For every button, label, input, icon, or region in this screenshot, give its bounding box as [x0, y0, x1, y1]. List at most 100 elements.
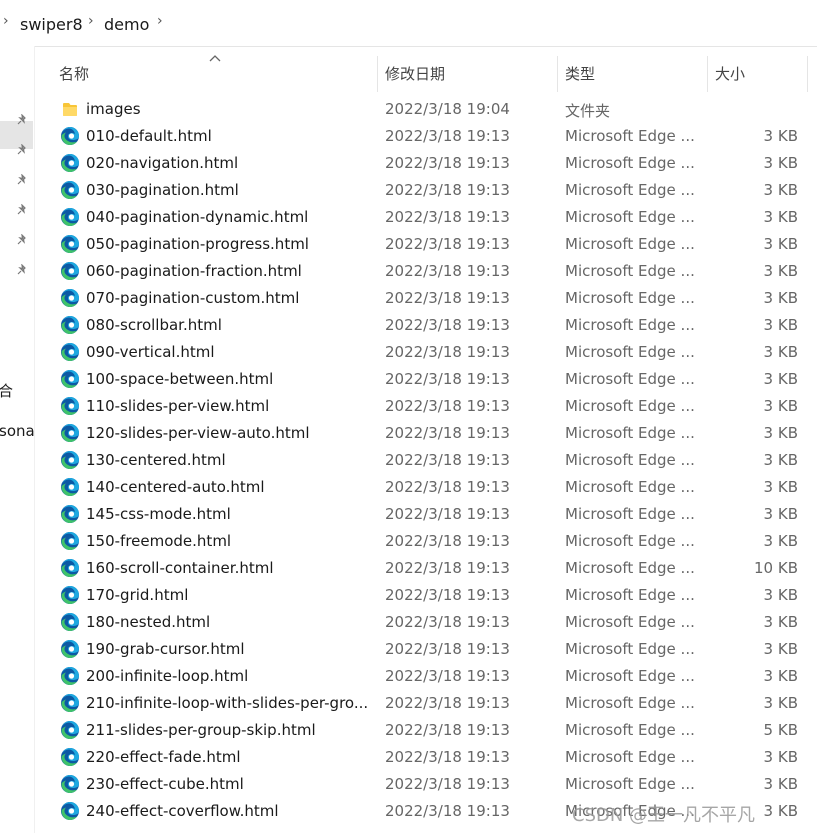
- file-size: 3 KB: [763, 613, 798, 631]
- file-row[interactable]: 010-default.html 2022/3/18 19:13 Microsoft…: [38, 123, 817, 150]
- file-size: 5 KB: [763, 721, 798, 739]
- file-type: Microsoft Edge ...: [565, 613, 695, 631]
- pin-icon[interactable]: [16, 174, 28, 186]
- file-type: Microsoft Edge ...: [565, 586, 695, 604]
- file-type: Microsoft Edge ...: [565, 667, 695, 685]
- file-row[interactable]: 190-grab-cursor.html 2022/3/18 19:13 Micro…: [38, 636, 817, 663]
- column-header-type[interactable]: 类型: [565, 63, 595, 84]
- nav-item-label[interactable]: 合: [0, 380, 13, 401]
- chevron-right-icon[interactable]: ›: [88, 13, 94, 29]
- file-size: 3 KB: [763, 802, 798, 820]
- edge-icon: [60, 207, 80, 227]
- modified-date: 2022/3/18 19:13: [385, 181, 510, 199]
- file-name: 140-centered-auto.html: [86, 478, 265, 496]
- column-header-row: 名称 修改日期 类型 大小: [38, 50, 817, 92]
- edge-icon: [60, 693, 80, 713]
- edge-icon: [60, 504, 80, 524]
- column-header-name[interactable]: 名称: [59, 63, 89, 84]
- file-name: 145-css-mode.html: [86, 505, 231, 523]
- file-size: 3 KB: [763, 694, 798, 712]
- edge-icon: [60, 639, 80, 659]
- edge-icon: [60, 558, 80, 578]
- column-divider[interactable]: [557, 56, 558, 92]
- file-row[interactable]: 090-vertical.html 2022/3/18 19:13 Microsof…: [38, 339, 817, 366]
- file-type: Microsoft Edge ...: [565, 748, 695, 766]
- file-type: Microsoft Edge ...: [565, 181, 695, 199]
- modified-date: 2022/3/18 19:13: [385, 154, 510, 172]
- chevron-right-icon[interactable]: ›: [157, 13, 163, 29]
- folder-row[interactable]: images 2022/3/18 19:04 文件夹: [38, 96, 817, 123]
- file-type: Microsoft Edge ...: [565, 370, 695, 388]
- modified-date: 2022/3/18 19:13: [385, 667, 510, 685]
- file-name: 120-slides-per-view-auto.html: [86, 424, 310, 442]
- modified-date: 2022/3/18 19:13: [385, 343, 510, 361]
- nav-item-label[interactable]: sona: [0, 422, 35, 440]
- file-row[interactable]: 110-slides-per-view.html 2022/3/18 19:13 M…: [38, 393, 817, 420]
- file-name: 040-pagination-dynamic.html: [86, 208, 309, 226]
- edge-icon: [60, 369, 80, 389]
- file-row[interactable]: 040-pagination-dynamic.html 2022/3/18 19:…: [38, 204, 817, 231]
- file-row[interactable]: 120-slides-per-view-auto.html 2022/3/18 1…: [38, 420, 817, 447]
- pin-icon[interactable]: [16, 144, 28, 156]
- file-row[interactable]: 070-pagination-custom.html 2022/3/18 19:1…: [38, 285, 817, 312]
- modified-date: 2022/3/18 19:13: [385, 505, 510, 523]
- file-row[interactable]: 060-pagination-fraction.html 2022/3/18 19…: [38, 258, 817, 285]
- file-name: 230-effect-cube.html: [86, 775, 244, 793]
- edge-icon: [60, 666, 80, 686]
- file-type: Microsoft Edge ...: [565, 289, 695, 307]
- column-divider[interactable]: [707, 56, 708, 92]
- file-row[interactable]: 240-effect-coverflow.html 2022/3/18 19:13…: [38, 798, 817, 825]
- file-row[interactable]: 230-effect-cube.html 2022/3/18 19:13 Micro…: [38, 771, 817, 798]
- file-name: 060-pagination-fraction.html: [86, 262, 302, 280]
- breadcrumb-item-demo[interactable]: demo: [104, 15, 149, 34]
- file-type: Microsoft Edge ...: [565, 505, 695, 523]
- file-name: 070-pagination-custom.html: [86, 289, 300, 307]
- file-row[interactable]: 080-scrollbar.html 2022/3/18 19:13 Microso…: [38, 312, 817, 339]
- file-row[interactable]: 210-infinite-loop-with-slides-per-gro...…: [38, 690, 817, 717]
- file-row[interactable]: 220-effect-fade.html 2022/3/18 19:13 Micro…: [38, 744, 817, 771]
- pin-icon[interactable]: [16, 204, 28, 216]
- pin-icon[interactable]: [16, 234, 28, 246]
- edge-icon: [60, 288, 80, 308]
- file-row[interactable]: 030-pagination.html 2022/3/18 19:13 Micros…: [38, 177, 817, 204]
- file-name: 170-grid.html: [86, 586, 189, 604]
- modified-date: 2022/3/18 19:13: [385, 451, 510, 469]
- file-row[interactable]: 200-infinite-loop.html 2022/3/18 19:13 Mic…: [38, 663, 817, 690]
- file-name: 190-grab-cursor.html: [86, 640, 245, 658]
- file-size: 3 KB: [763, 586, 798, 604]
- breadcrumb-item-swiper8[interactable]: swiper8: [20, 15, 83, 34]
- modified-date: 2022/3/18 19:13: [385, 640, 510, 658]
- file-row[interactable]: 140-centered-auto.html 2022/3/18 19:13 Mic…: [38, 474, 817, 501]
- column-header-date[interactable]: 修改日期: [385, 63, 445, 84]
- file-row[interactable]: 211-slides-per-group-skip.html 2022/3/18 …: [38, 717, 817, 744]
- file-row[interactable]: 150-freemode.html 2022/3/18 19:13 Microsof…: [38, 528, 817, 555]
- file-type: Microsoft Edge ...: [565, 478, 695, 496]
- file-row[interactable]: 100-space-between.html 2022/3/18 19:13 Mic…: [38, 366, 817, 393]
- file-name: 150-freemode.html: [86, 532, 232, 550]
- file-name: 210-infinite-loop-with-slides-per-gro...: [86, 694, 369, 712]
- edge-icon: [60, 126, 80, 146]
- edge-icon: [60, 612, 80, 632]
- file-row[interactable]: 170-grid.html 2022/3/18 19:13 Microsoft Ed…: [38, 582, 817, 609]
- modified-date: 2022/3/18 19:13: [385, 586, 510, 604]
- modified-date: 2022/3/18 19:13: [385, 208, 510, 226]
- file-size: 3 KB: [763, 343, 798, 361]
- pin-icon[interactable]: [16, 264, 28, 276]
- file-type: Microsoft Edge ...: [565, 316, 695, 334]
- file-row[interactable]: 180-nested.html 2022/3/18 19:13 Microsoft …: [38, 609, 817, 636]
- column-divider[interactable]: [377, 56, 378, 92]
- edge-icon: [60, 720, 80, 740]
- file-type: Microsoft Edge ...: [565, 397, 695, 415]
- file-row[interactable]: 020-navigation.html 2022/3/18 19:13 Micros…: [38, 150, 817, 177]
- edge-icon: [60, 180, 80, 200]
- chevron-right-icon[interactable]: ›: [3, 13, 9, 29]
- file-type: Microsoft Edge ...: [565, 127, 695, 145]
- column-divider[interactable]: [807, 56, 808, 92]
- file-row[interactable]: 145-css-mode.html 2022/3/18 19:13 Microsof…: [38, 501, 817, 528]
- pin-icon[interactable]: [16, 114, 28, 126]
- column-header-size[interactable]: 大小: [715, 63, 745, 84]
- file-row[interactable]: 050-pagination-progress.html 2022/3/18 19…: [38, 231, 817, 258]
- file-row[interactable]: 160-scroll-container.html 2022/3/18 19:13…: [38, 555, 817, 582]
- modified-date: 2022/3/18 19:13: [385, 775, 510, 793]
- file-row[interactable]: 130-centered.html 2022/3/18 19:13 Microsof…: [38, 447, 817, 474]
